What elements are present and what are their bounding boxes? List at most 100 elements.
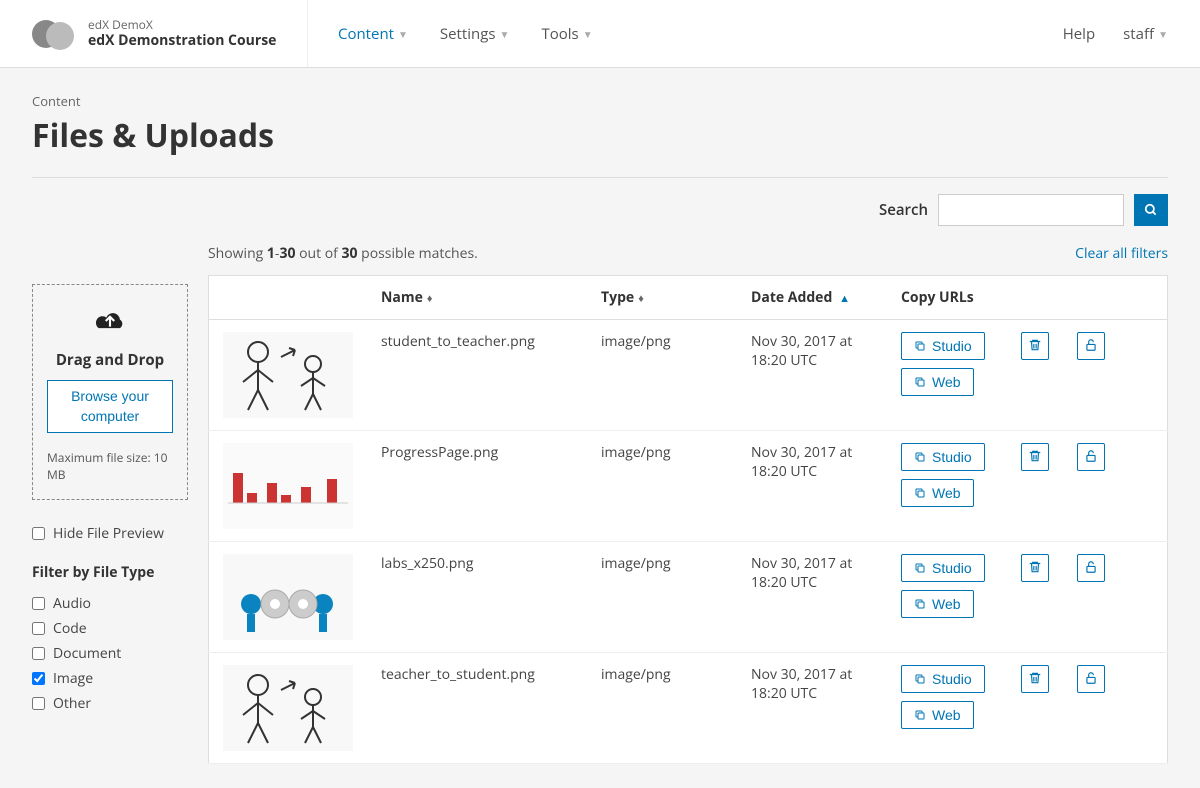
hide-preview-label: Hide File Preview [53, 524, 164, 543]
delete-button[interactable] [1021, 443, 1049, 471]
filter-label: Document [53, 644, 121, 663]
nav-content[interactable]: Content ▼ [338, 24, 408, 44]
lock-button[interactable] [1077, 554, 1105, 582]
nav-content-label: Content [338, 24, 394, 44]
delete-button[interactable] [1021, 665, 1049, 693]
filter-checkbox[interactable] [32, 697, 45, 710]
main-content: Showing 1-30 out of 30 possible matches.… [208, 244, 1168, 764]
sort-icon: ♦ [427, 291, 433, 306]
file-name: teacher_to_student.png [367, 653, 587, 764]
col-type[interactable]: Type♦ [587, 276, 737, 320]
results-row: Showing 1-30 out of 30 possible matches.… [208, 244, 1168, 263]
file-type: image/png [587, 431, 737, 542]
unlock-icon [1084, 338, 1098, 355]
file-name: ProgressPage.png [367, 431, 587, 542]
file-thumbnail[interactable] [223, 665, 353, 751]
trash-icon [1028, 560, 1042, 577]
page-title: Files & Uploads [32, 114, 1168, 157]
lock-button[interactable] [1077, 332, 1105, 360]
filter-checkbox[interactable] [32, 672, 45, 685]
col-name[interactable]: Name♦ [367, 276, 587, 320]
filter-item-audio[interactable]: Audio [32, 594, 188, 613]
search-row: Search [32, 194, 1168, 226]
nav-settings[interactable]: Settings ▼ [440, 24, 510, 44]
breadcrumb: Content [32, 92, 1168, 110]
lock-button[interactable] [1077, 443, 1105, 471]
course-identity[interactable]: edX DemoX edX Demonstration Course [32, 0, 308, 67]
divider [32, 177, 1168, 178]
search-label: Search [879, 200, 928, 220]
clear-filters-link[interactable]: Clear all filters [1075, 244, 1168, 263]
table-row: ProgressPage.pngimage/pngNov 30, 2017 at… [209, 431, 1168, 542]
chevron-down-icon: ▼ [500, 27, 510, 41]
file-thumbnail[interactable] [223, 332, 353, 418]
files-table: Name♦ Type♦ Date Added ▲ Copy URLs stude… [208, 275, 1168, 764]
filter-checkbox[interactable] [32, 647, 45, 660]
filter-by-type: Filter by File Type Audio Code Document Ima… [32, 563, 188, 713]
nav-tools[interactable]: Tools ▼ [541, 24, 592, 44]
file-date: Nov 30, 2017 at 18:20 UTC [737, 320, 887, 431]
file-date: Nov 30, 2017 at 18:20 UTC [737, 653, 887, 764]
hide-preview-section: Hide File Preview [32, 524, 188, 543]
chevron-down-icon: ▼ [398, 27, 408, 41]
sidebar: Drag and Drop Browse your computer Maxim… [32, 284, 188, 733]
filter-item-document[interactable]: Document [32, 644, 188, 663]
col-copy-urls: Copy URLs [887, 276, 1007, 320]
page-body: Content Files & Uploads Search Drag and … [0, 68, 1200, 788]
help-link[interactable]: Help [1063, 24, 1095, 44]
unlock-icon [1084, 560, 1098, 577]
copy-web-button[interactable]: Web [901, 590, 974, 618]
copy-web-button[interactable]: Web [901, 701, 974, 729]
delete-button[interactable] [1021, 554, 1049, 582]
filter-label: Other [53, 694, 91, 713]
filter-item-other[interactable]: Other [32, 694, 188, 713]
unlock-icon [1084, 449, 1098, 466]
delete-button[interactable] [1021, 332, 1049, 360]
copy-studio-button[interactable]: Studio [901, 665, 985, 693]
file-name: labs_x250.png [367, 542, 587, 653]
hide-preview-checkbox[interactable]: Hide File Preview [32, 524, 188, 543]
copy-studio-button[interactable]: Studio [901, 332, 985, 360]
nav-tools-label: Tools [541, 24, 578, 44]
table-row: teacher_to_student.pngimage/pngNov 30, 2… [209, 653, 1168, 764]
copy-studio-button[interactable]: Studio [901, 443, 985, 471]
trash-icon [1028, 449, 1042, 466]
filter-label: Audio [53, 594, 91, 613]
user-menu[interactable]: staff ▼ [1123, 24, 1168, 44]
filter-label: Code [53, 619, 87, 638]
cloud-upload-icon [47, 301, 173, 344]
search-input[interactable] [938, 194, 1124, 226]
primary-nav: Content ▼ Settings ▼ Tools ▼ [338, 24, 593, 44]
search-icon [1144, 203, 1158, 217]
upload-dropzone[interactable]: Drag and Drop Browse your computer Maxim… [32, 284, 188, 500]
chevron-down-icon: ▼ [583, 27, 593, 41]
table-row: labs_x250.pngimage/pngNov 30, 2017 at 18… [209, 542, 1168, 653]
file-type: image/png [587, 653, 737, 764]
search-button[interactable] [1134, 194, 1168, 226]
file-name: student_to_teacher.png [367, 320, 587, 431]
copy-web-button[interactable]: Web [901, 368, 974, 396]
file-thumbnail[interactable] [223, 443, 353, 529]
file-thumbnail[interactable] [223, 554, 353, 640]
edx-logo [32, 19, 76, 49]
file-date: Nov 30, 2017 at 18:20 UTC [737, 431, 887, 542]
copy-studio-button[interactable]: Studio [901, 554, 985, 582]
chevron-down-icon: ▼ [1158, 27, 1168, 41]
filter-checkbox[interactable] [32, 622, 45, 635]
browse-button[interactable]: Browse your computer [47, 380, 173, 433]
copy-web-button[interactable]: Web [901, 479, 974, 507]
filter-label: Image [53, 669, 93, 688]
filter-title: Filter by File Type [32, 563, 188, 582]
course-org: edX DemoX [88, 17, 276, 33]
trash-icon [1028, 671, 1042, 688]
filter-checkbox[interactable] [32, 597, 45, 610]
filter-item-image[interactable]: Image [32, 669, 188, 688]
lock-button[interactable] [1077, 665, 1105, 693]
user-label: staff [1123, 24, 1154, 44]
col-date[interactable]: Date Added ▲ [737, 276, 887, 320]
filter-item-code[interactable]: Code [32, 619, 188, 638]
file-date: Nov 30, 2017 at 18:20 UTC [737, 542, 887, 653]
global-header: edX DemoX edX Demonstration Course Conte… [0, 0, 1200, 68]
col-actions [1007, 276, 1168, 320]
hide-preview-input[interactable] [32, 527, 45, 540]
